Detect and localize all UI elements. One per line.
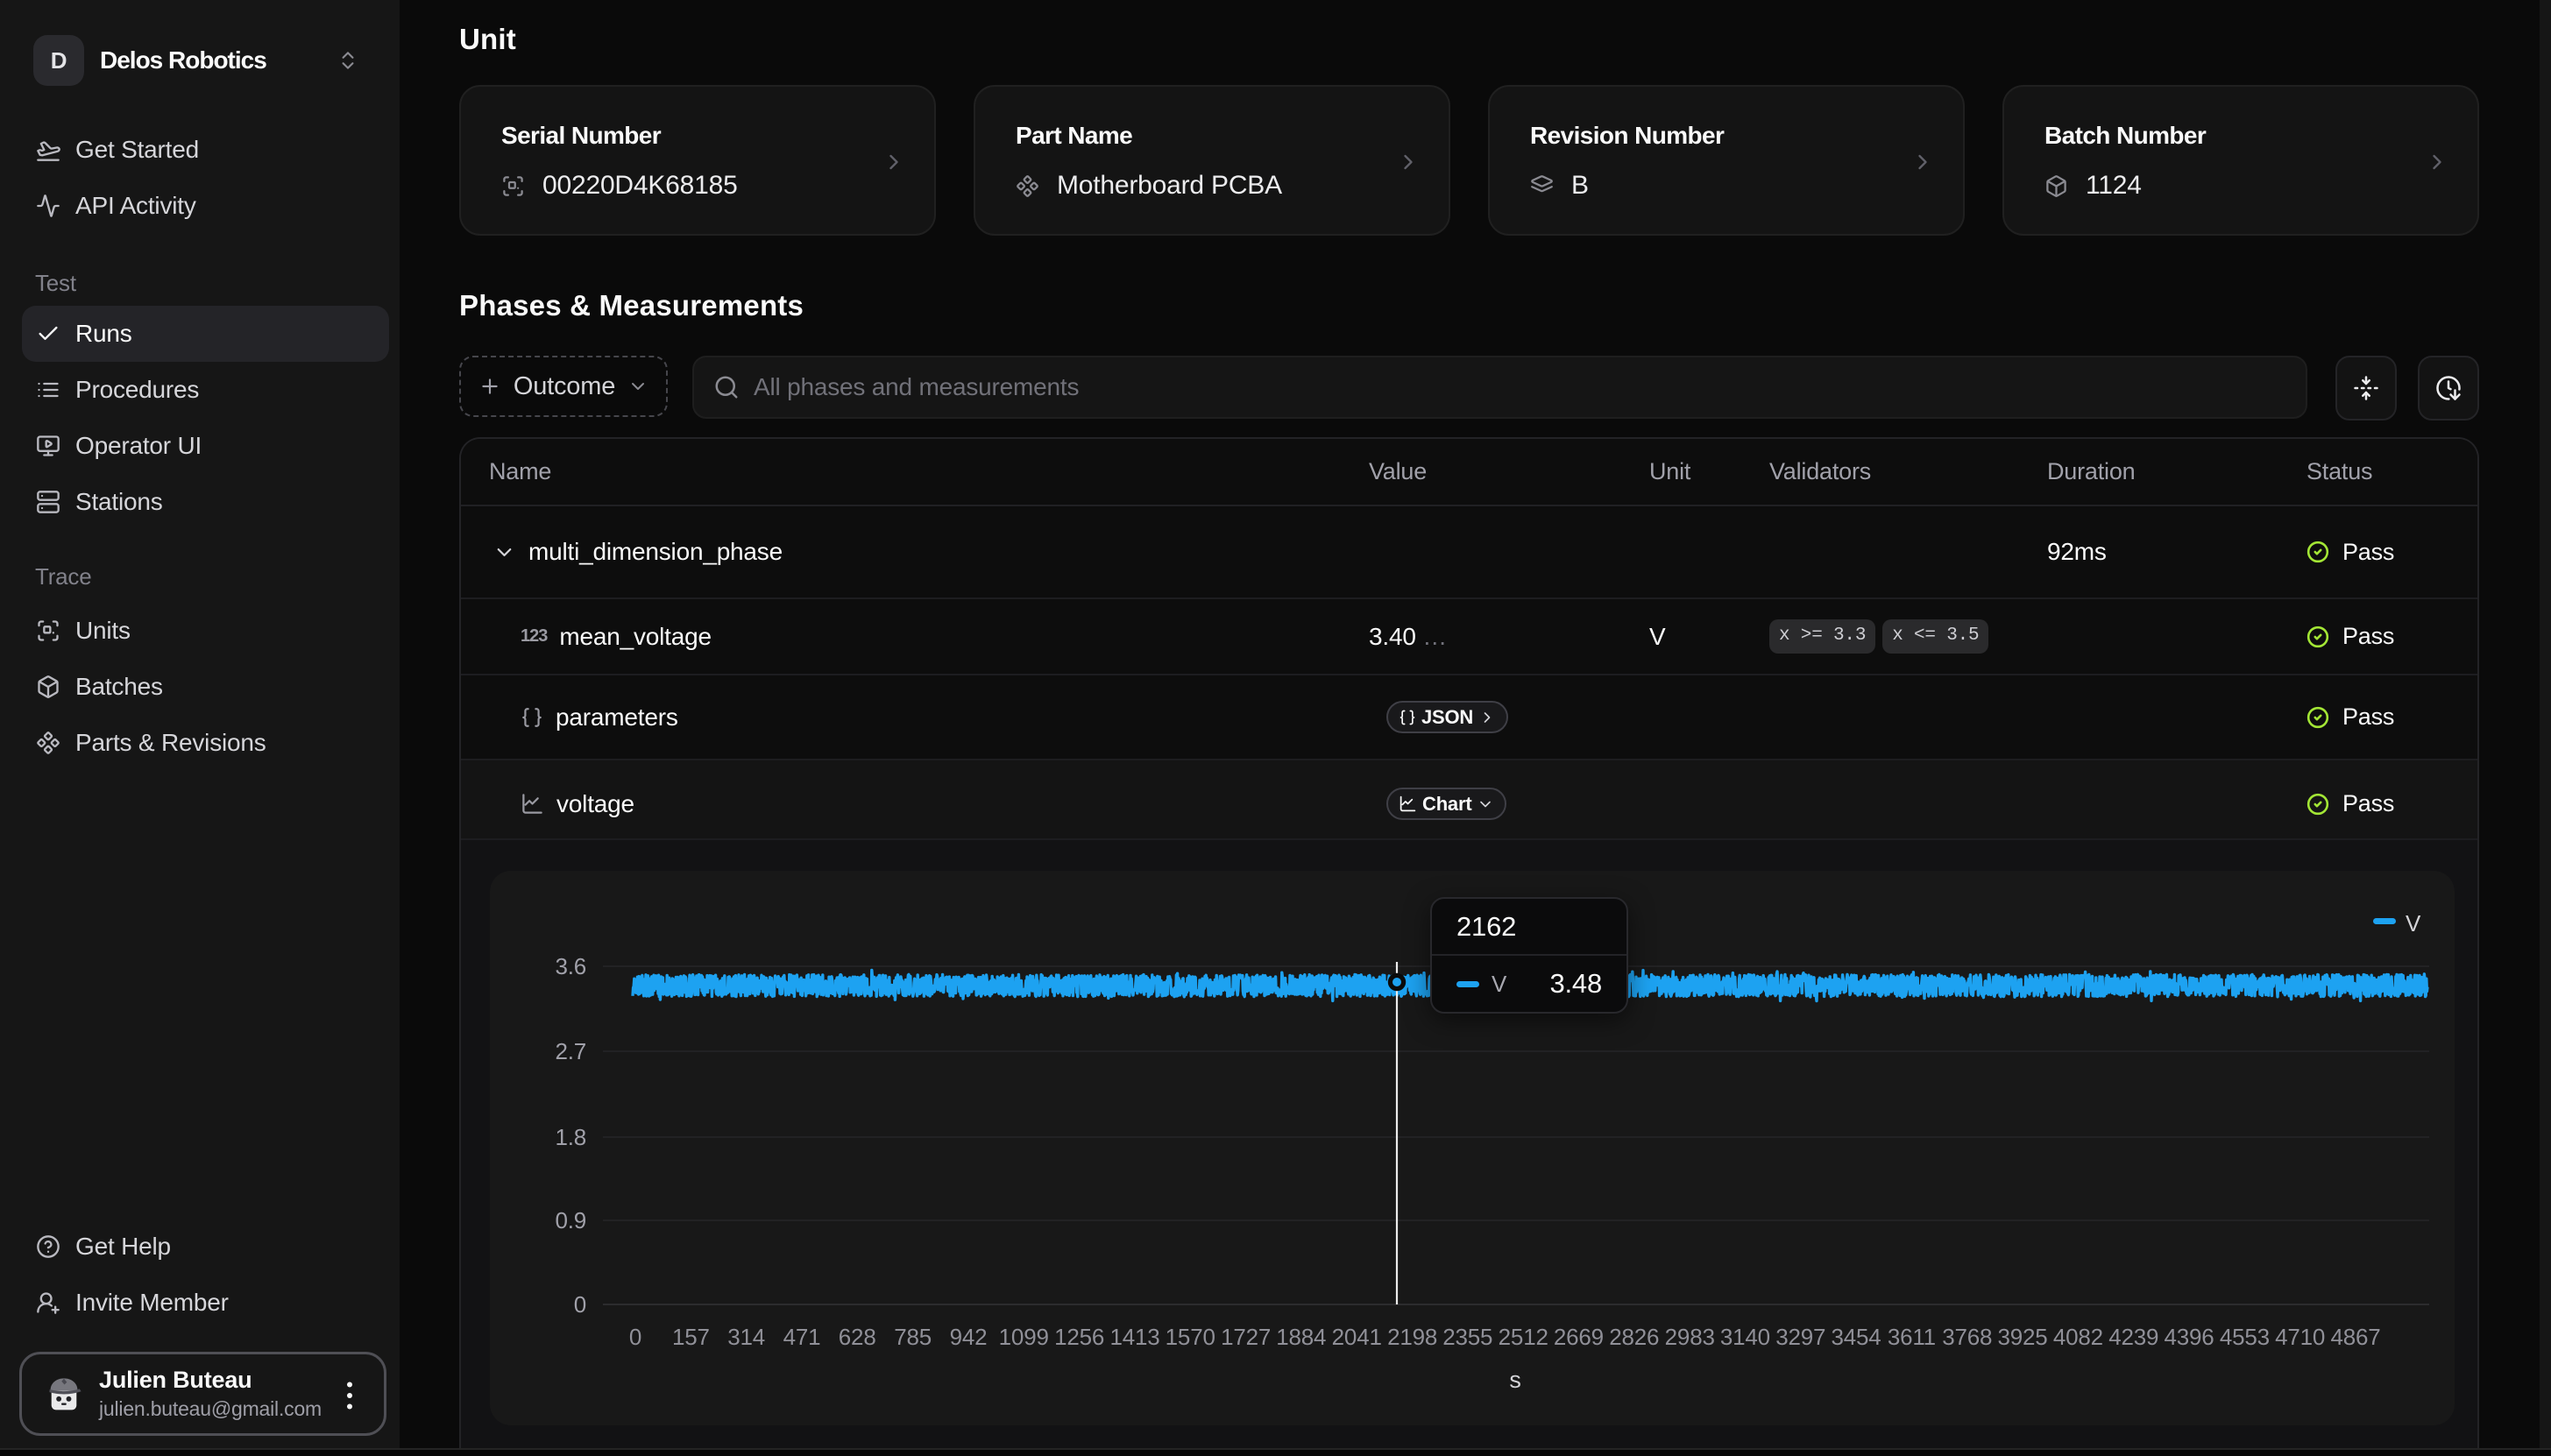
svg-text:1256: 1256: [1054, 1324, 1104, 1350]
svg-text:2983: 2983: [1665, 1324, 1715, 1350]
svg-text:2041: 2041: [1332, 1324, 1382, 1350]
svg-text:1727: 1727: [1221, 1324, 1271, 1350]
svg-text:3925: 3925: [1997, 1324, 2047, 1350]
svg-text:628: 628: [839, 1324, 876, 1350]
svg-text:4867: 4867: [2330, 1324, 2380, 1350]
svg-text:2355: 2355: [1442, 1324, 1492, 1350]
svg-text:0: 0: [629, 1324, 641, 1350]
svg-text:4082: 4082: [2053, 1324, 2103, 1350]
svg-text:3297: 3297: [1775, 1324, 1825, 1350]
svg-text:471: 471: [783, 1324, 821, 1350]
svg-text:2.7: 2.7: [555, 1038, 586, 1064]
svg-text:4553: 4553: [2220, 1324, 2270, 1350]
svg-text:785: 785: [894, 1324, 932, 1350]
svg-text:942: 942: [950, 1324, 988, 1350]
svg-text:3140: 3140: [1720, 1324, 1770, 1350]
svg-text:1884: 1884: [1276, 1324, 1326, 1350]
svg-text:4239: 4239: [2108, 1324, 2158, 1350]
svg-text:3768: 3768: [1942, 1324, 1992, 1350]
svg-text:V: V: [2406, 910, 2421, 937]
svg-text:1.8: 1.8: [555, 1124, 586, 1150]
svg-text:314: 314: [727, 1324, 765, 1350]
svg-text:2826: 2826: [1609, 1324, 1659, 1350]
svg-text:3611: 3611: [1888, 1324, 1936, 1350]
svg-text:3.6: 3.6: [555, 953, 586, 979]
svg-text:2198: 2198: [1387, 1324, 1437, 1350]
svg-text:2512: 2512: [1499, 1324, 1548, 1350]
svg-text:1570: 1570: [1166, 1324, 1215, 1350]
svg-text:0.9: 0.9: [555, 1207, 586, 1233]
svg-text:157: 157: [672, 1324, 710, 1350]
svg-text:4396: 4396: [2164, 1324, 2214, 1350]
svg-text:1099: 1099: [999, 1324, 1049, 1350]
svg-text:1413: 1413: [1109, 1324, 1159, 1350]
svg-text:s: s: [1509, 1367, 1520, 1393]
svg-text:3454: 3454: [1831, 1324, 1881, 1350]
svg-text:0: 0: [574, 1291, 586, 1318]
svg-text:2669: 2669: [1554, 1324, 1604, 1350]
svg-text:4710: 4710: [2275, 1324, 2325, 1350]
